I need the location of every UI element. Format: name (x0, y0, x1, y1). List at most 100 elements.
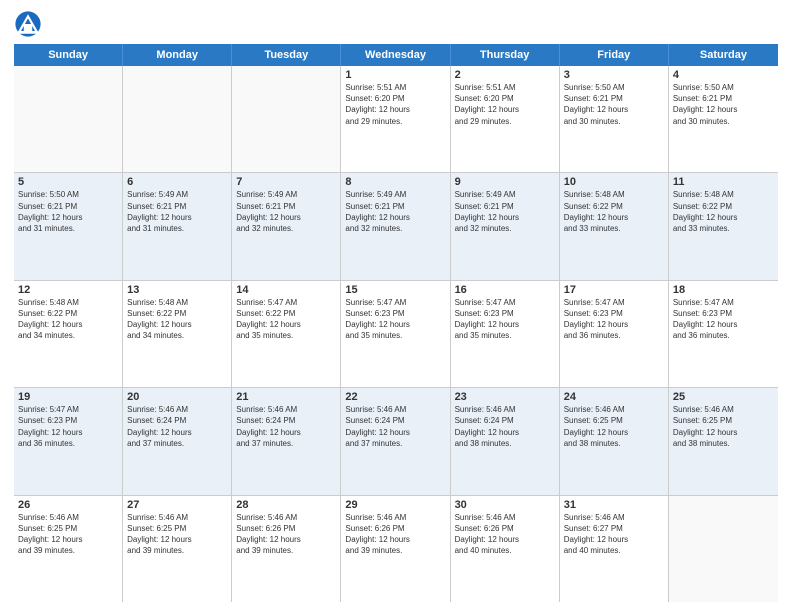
day-cell-9: 9Sunrise: 5:49 AM Sunset: 6:21 PM Daylig… (451, 173, 560, 279)
day-number: 28 (236, 499, 336, 511)
day-info: Sunrise: 5:46 AM Sunset: 6:24 PM Dayligh… (345, 404, 445, 449)
day-cell-24: 24Sunrise: 5:46 AM Sunset: 6:25 PM Dayli… (560, 388, 669, 494)
day-number: 23 (455, 391, 555, 403)
day-number: 12 (18, 284, 118, 296)
day-info: Sunrise: 5:46 AM Sunset: 6:24 PM Dayligh… (236, 404, 336, 449)
header-day-friday: Friday (560, 44, 669, 66)
day-cell-27: 27Sunrise: 5:46 AM Sunset: 6:25 PM Dayli… (123, 496, 232, 602)
header (14, 10, 778, 38)
day-info: Sunrise: 5:48 AM Sunset: 6:22 PM Dayligh… (673, 189, 774, 234)
day-cell-11: 11Sunrise: 5:48 AM Sunset: 6:22 PM Dayli… (669, 173, 778, 279)
logo (14, 10, 46, 38)
day-number: 30 (455, 499, 555, 511)
day-cell-2: 2Sunrise: 5:51 AM Sunset: 6:20 PM Daylig… (451, 66, 560, 172)
day-info: Sunrise: 5:50 AM Sunset: 6:21 PM Dayligh… (673, 82, 774, 127)
day-info: Sunrise: 5:51 AM Sunset: 6:20 PM Dayligh… (345, 82, 445, 127)
day-info: Sunrise: 5:49 AM Sunset: 6:21 PM Dayligh… (236, 189, 336, 234)
day-cell-31: 31Sunrise: 5:46 AM Sunset: 6:27 PM Dayli… (560, 496, 669, 602)
empty-cell (669, 496, 778, 602)
page: SundayMondayTuesdayWednesdayThursdayFrid… (0, 0, 792, 612)
day-number: 11 (673, 176, 774, 188)
day-number: 4 (673, 69, 774, 81)
day-cell-26: 26Sunrise: 5:46 AM Sunset: 6:25 PM Dayli… (14, 496, 123, 602)
day-number: 25 (673, 391, 774, 403)
week-row-4: 19Sunrise: 5:47 AM Sunset: 6:23 PM Dayli… (14, 388, 778, 495)
empty-cell (14, 66, 123, 172)
day-info: Sunrise: 5:50 AM Sunset: 6:21 PM Dayligh… (18, 189, 118, 234)
day-number: 16 (455, 284, 555, 296)
day-info: Sunrise: 5:47 AM Sunset: 6:23 PM Dayligh… (345, 297, 445, 342)
day-number: 7 (236, 176, 336, 188)
day-cell-13: 13Sunrise: 5:48 AM Sunset: 6:22 PM Dayli… (123, 281, 232, 387)
day-info: Sunrise: 5:49 AM Sunset: 6:21 PM Dayligh… (455, 189, 555, 234)
header-day-monday: Monday (123, 44, 232, 66)
day-number: 8 (345, 176, 445, 188)
calendar-header: SundayMondayTuesdayWednesdayThursdayFrid… (14, 44, 778, 66)
day-cell-1: 1Sunrise: 5:51 AM Sunset: 6:20 PM Daylig… (341, 66, 450, 172)
day-number: 1 (345, 69, 445, 81)
day-cell-18: 18Sunrise: 5:47 AM Sunset: 6:23 PM Dayli… (669, 281, 778, 387)
header-day-tuesday: Tuesday (232, 44, 341, 66)
day-cell-8: 8Sunrise: 5:49 AM Sunset: 6:21 PM Daylig… (341, 173, 450, 279)
day-cell-19: 19Sunrise: 5:47 AM Sunset: 6:23 PM Dayli… (14, 388, 123, 494)
day-info: Sunrise: 5:51 AM Sunset: 6:20 PM Dayligh… (455, 82, 555, 127)
week-row-2: 5Sunrise: 5:50 AM Sunset: 6:21 PM Daylig… (14, 173, 778, 280)
day-info: Sunrise: 5:48 AM Sunset: 6:22 PM Dayligh… (564, 189, 664, 234)
week-row-3: 12Sunrise: 5:48 AM Sunset: 6:22 PM Dayli… (14, 281, 778, 388)
day-number: 20 (127, 391, 227, 403)
day-number: 31 (564, 499, 664, 511)
day-cell-21: 21Sunrise: 5:46 AM Sunset: 6:24 PM Dayli… (232, 388, 341, 494)
day-cell-7: 7Sunrise: 5:49 AM Sunset: 6:21 PM Daylig… (232, 173, 341, 279)
day-info: Sunrise: 5:46 AM Sunset: 6:26 PM Dayligh… (345, 512, 445, 557)
day-info: Sunrise: 5:49 AM Sunset: 6:21 PM Dayligh… (345, 189, 445, 234)
day-number: 24 (564, 391, 664, 403)
day-info: Sunrise: 5:47 AM Sunset: 6:23 PM Dayligh… (18, 404, 118, 449)
day-number: 5 (18, 176, 118, 188)
day-number: 26 (18, 499, 118, 511)
day-number: 2 (455, 69, 555, 81)
day-cell-4: 4Sunrise: 5:50 AM Sunset: 6:21 PM Daylig… (669, 66, 778, 172)
day-info: Sunrise: 5:46 AM Sunset: 6:26 PM Dayligh… (455, 512, 555, 557)
day-number: 17 (564, 284, 664, 296)
day-info: Sunrise: 5:46 AM Sunset: 6:25 PM Dayligh… (673, 404, 774, 449)
empty-cell (123, 66, 232, 172)
day-number: 13 (127, 284, 227, 296)
day-cell-30: 30Sunrise: 5:46 AM Sunset: 6:26 PM Dayli… (451, 496, 560, 602)
day-info: Sunrise: 5:48 AM Sunset: 6:22 PM Dayligh… (127, 297, 227, 342)
day-number: 27 (127, 499, 227, 511)
day-number: 19 (18, 391, 118, 403)
day-info: Sunrise: 5:46 AM Sunset: 6:25 PM Dayligh… (18, 512, 118, 557)
day-info: Sunrise: 5:48 AM Sunset: 6:22 PM Dayligh… (18, 297, 118, 342)
day-info: Sunrise: 5:46 AM Sunset: 6:27 PM Dayligh… (564, 512, 664, 557)
day-number: 10 (564, 176, 664, 188)
day-cell-29: 29Sunrise: 5:46 AM Sunset: 6:26 PM Dayli… (341, 496, 450, 602)
day-number: 14 (236, 284, 336, 296)
day-info: Sunrise: 5:46 AM Sunset: 6:24 PM Dayligh… (455, 404, 555, 449)
day-cell-25: 25Sunrise: 5:46 AM Sunset: 6:25 PM Dayli… (669, 388, 778, 494)
day-info: Sunrise: 5:49 AM Sunset: 6:21 PM Dayligh… (127, 189, 227, 234)
day-cell-5: 5Sunrise: 5:50 AM Sunset: 6:21 PM Daylig… (14, 173, 123, 279)
week-row-5: 26Sunrise: 5:46 AM Sunset: 6:25 PM Dayli… (14, 496, 778, 602)
day-cell-20: 20Sunrise: 5:46 AM Sunset: 6:24 PM Dayli… (123, 388, 232, 494)
day-number: 21 (236, 391, 336, 403)
day-info: Sunrise: 5:47 AM Sunset: 6:23 PM Dayligh… (673, 297, 774, 342)
day-number: 3 (564, 69, 664, 81)
empty-cell (232, 66, 341, 172)
day-cell-10: 10Sunrise: 5:48 AM Sunset: 6:22 PM Dayli… (560, 173, 669, 279)
day-info: Sunrise: 5:46 AM Sunset: 6:24 PM Dayligh… (127, 404, 227, 449)
day-info: Sunrise: 5:46 AM Sunset: 6:26 PM Dayligh… (236, 512, 336, 557)
day-cell-12: 12Sunrise: 5:48 AM Sunset: 6:22 PM Dayli… (14, 281, 123, 387)
day-info: Sunrise: 5:47 AM Sunset: 6:22 PM Dayligh… (236, 297, 336, 342)
header-day-thursday: Thursday (451, 44, 560, 66)
day-number: 22 (345, 391, 445, 403)
day-cell-23: 23Sunrise: 5:46 AM Sunset: 6:24 PM Dayli… (451, 388, 560, 494)
day-info: Sunrise: 5:47 AM Sunset: 6:23 PM Dayligh… (564, 297, 664, 342)
day-info: Sunrise: 5:50 AM Sunset: 6:21 PM Dayligh… (564, 82, 664, 127)
day-number: 6 (127, 176, 227, 188)
day-info: Sunrise: 5:46 AM Sunset: 6:25 PM Dayligh… (564, 404, 664, 449)
day-cell-17: 17Sunrise: 5:47 AM Sunset: 6:23 PM Dayli… (560, 281, 669, 387)
day-cell-16: 16Sunrise: 5:47 AM Sunset: 6:23 PM Dayli… (451, 281, 560, 387)
header-day-sunday: Sunday (14, 44, 123, 66)
day-number: 9 (455, 176, 555, 188)
day-cell-22: 22Sunrise: 5:46 AM Sunset: 6:24 PM Dayli… (341, 388, 450, 494)
